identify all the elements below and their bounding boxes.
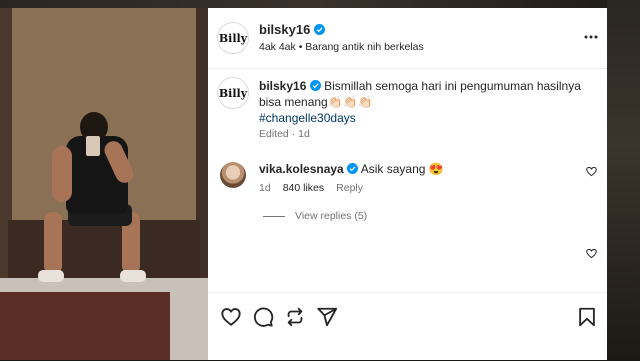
comment-text: vika.kolesnaya Asik sayang 😍 [259,162,444,176]
comment-icon[interactable] [252,306,274,328]
more-icon[interactable] [584,30,598,44]
share-icon[interactable] [316,306,338,328]
action-bar [208,292,607,361]
photo-shoe-left [38,270,64,282]
username-text[interactable]: bilsky16 [259,22,310,37]
heart-icon[interactable] [220,306,242,328]
comment-username[interactable]: vika.kolesnaya [259,162,344,176]
post-username[interactable]: bilsky16 [259,22,326,37]
post-photo[interactable] [0,8,208,360]
photo-bench [8,220,200,278]
hashtag-link[interactable]: #changelle30days [259,111,356,125]
avatar[interactable]: Billy [217,22,249,54]
post-panel: Billy bilsky16 4ak 4ak • Barang antik ni… [208,8,607,360]
photo-table [0,292,170,360]
caption-avatar[interactable]: Billy [217,77,249,109]
caption-body: Bismillah semoga hari ini pengumuman has… [259,79,581,109]
photo-shoe-right [120,270,146,282]
verified-icon [314,24,326,35]
repost-icon[interactable] [284,306,306,328]
comment-body: Asik sayang [360,162,426,176]
caption-emoji: 👏🏻👏🏻👏🏻 [327,95,373,109]
caption-username[interactable]: bilsky16 [259,79,306,93]
comment-meta: 1d 840 likes Reply [259,182,363,194]
view-replies-button[interactable]: View replies (5) [263,210,367,222]
caption-meta: Edited · 1d [259,128,310,140]
background-strip [607,0,640,360]
post-header: Billy bilsky16 4ak 4ak • Barang antik ni… [208,8,607,69]
photo-phone [86,136,100,156]
reply-like-heart-icon[interactable] [586,248,597,259]
reply-button[interactable]: Reply [336,182,363,194]
replies-divider [263,215,285,217]
bookmark-icon[interactable] [576,306,598,328]
comment-age: 1d [259,182,271,194]
comment-emoji: 😍 [428,162,444,176]
verified-icon [309,80,321,91]
comment-like-heart-icon[interactable] [586,166,597,177]
caption-text: bilsky16 Bismillah semoga hari ini pengu… [259,78,589,126]
post-subtitle: 4ak 4ak • Barang antik nih berkelas [259,41,424,53]
verified-icon [347,163,359,174]
photo-leg-left [44,212,62,274]
comment-avatar[interactable] [220,162,246,188]
view-replies-label[interactable]: View replies (5) [295,210,367,222]
comment-likes[interactable]: 840 likes [283,182,324,194]
photo-arm-left [52,146,72,202]
